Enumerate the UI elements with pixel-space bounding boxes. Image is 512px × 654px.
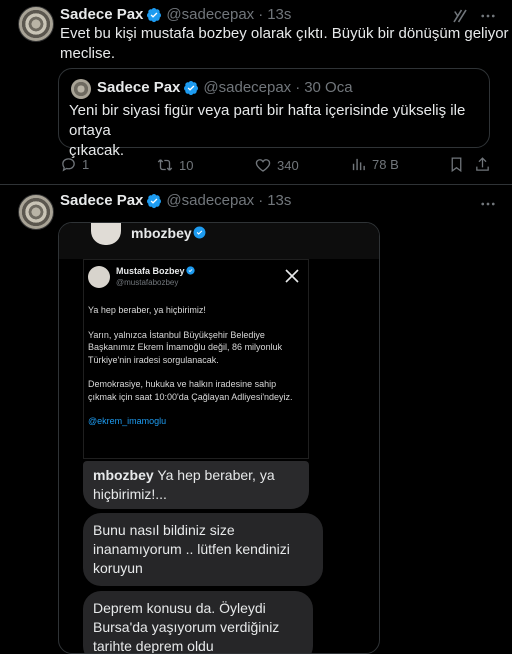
verified-badge-icon bbox=[193, 226, 206, 239]
message-line: Deprem konusu da. Öyleydi bbox=[93, 600, 266, 616]
share-icon bbox=[476, 157, 489, 171]
tweet-header: Sadece Pax @sadecepax · 13s bbox=[60, 192, 291, 209]
message-bubble: Deprem konusu da. Öyleydi Bursa'da yaşıy… bbox=[83, 591, 313, 654]
story-username: mbozbey bbox=[131, 225, 192, 241]
embedded-post: Mustafa Bozbey @mustafabozbey Ya hep ber… bbox=[83, 259, 323, 653]
timestamp[interactable]: 13s bbox=[267, 192, 291, 209]
message-line: Bursa'da yaşıyorum verdiğiniz bbox=[93, 619, 280, 635]
like-count: 340 bbox=[277, 157, 299, 173]
views-button[interactable]: 78 B bbox=[350, 156, 399, 173]
quote-header: Sadece Pax @sadecepax · 30 Oca bbox=[97, 79, 353, 96]
embedded-avatar bbox=[88, 266, 110, 288]
reply-count: 1 bbox=[82, 157, 90, 172]
reply-text: Ya hep beraber, ya bbox=[157, 467, 275, 483]
embedded-paragraph: Demokrasiye, hukuka ve halkın iradesine … bbox=[88, 379, 293, 402]
message-line: tarihte deprem oldu bbox=[93, 638, 214, 654]
reply-username: mbozbey bbox=[93, 467, 154, 483]
handle[interactable]: @sadecepax bbox=[166, 192, 254, 209]
tweet-text-line: meclise. bbox=[60, 45, 116, 62]
quote-handle: @sadecepax bbox=[203, 79, 292, 96]
author-name[interactable]: Sadece Pax bbox=[60, 192, 143, 209]
quote-date: 30 Oca bbox=[304, 79, 353, 96]
avatar[interactable] bbox=[18, 6, 54, 42]
quote-author-name: Sadece Pax bbox=[97, 79, 181, 96]
embedded-post-card: Mustafa Bozbey @mustafabozbey Ya hep ber… bbox=[83, 259, 309, 459]
separator-dot: · bbox=[258, 6, 264, 23]
verified-badge-icon bbox=[186, 266, 195, 275]
divider bbox=[0, 184, 512, 185]
bookmark-button[interactable] bbox=[448, 156, 465, 173]
separator-dot: · bbox=[295, 79, 301, 96]
quote-text-line: Yeni bir siyasi figür veya parti bir haf… bbox=[69, 102, 466, 139]
views-count: 78 B bbox=[372, 157, 399, 172]
reply-button[interactable]: 1 bbox=[60, 156, 89, 173]
x-logo-icon bbox=[285, 269, 299, 283]
avatar[interactable] bbox=[18, 194, 54, 230]
more-options-icon[interactable] bbox=[478, 6, 498, 26]
author-name[interactable]: Sadece Pax bbox=[60, 6, 143, 23]
story-header: mbozbey bbox=[59, 223, 379, 259]
tweet-header: Sadece Pax @sadecepax · 13s bbox=[60, 6, 291, 23]
reply-icon bbox=[62, 158, 75, 172]
embedded-paragraph: Yarın, yalnızca İstanbul Büyükşehir Bele… bbox=[88, 329, 283, 365]
reply-text: hiçbirimiz!... bbox=[93, 486, 167, 502]
embedded-paragraph: Ya hep beraber, ya hiçbirimiz! bbox=[88, 305, 206, 315]
repost-count: 10 bbox=[179, 157, 194, 173]
message-line: koruyun bbox=[93, 560, 143, 576]
timestamp[interactable]: 13s bbox=[267, 6, 291, 23]
more-options-icon[interactable] bbox=[478, 194, 498, 214]
handle[interactable]: @sadecepax bbox=[166, 6, 254, 23]
verified-badge-icon bbox=[184, 80, 199, 95]
verified-badge-icon bbox=[147, 7, 162, 22]
tweet-media-image[interactable]: mbozbey Mustafa Bozbey @mustafabozbey Ya… bbox=[58, 222, 380, 654]
verified-badge-icon bbox=[147, 193, 162, 208]
message-bubble: Bunu nasıl bildiniz size inanamıyorum ..… bbox=[83, 513, 323, 586]
repost-button[interactable]: 10 bbox=[156, 156, 193, 174]
embedded-mention: @ekrem_imamoglu bbox=[88, 416, 167, 426]
analytics-icon bbox=[352, 158, 365, 171]
embedded-post-text: Ya hep beraber, ya hiçbirimiz! Yarın, ya… bbox=[88, 304, 302, 440]
like-button[interactable]: 340 bbox=[254, 156, 299, 174]
quoted-tweet[interactable]: Sadece Pax @sadecepax · 30 Oca Yeni bir … bbox=[58, 68, 490, 159]
repost-icon bbox=[157, 159, 173, 171]
quote-text: Yeni bir siyasi figür veya parti bir haf… bbox=[69, 101, 489, 161]
grok-icon[interactable] bbox=[450, 6, 470, 26]
story-avatar bbox=[91, 223, 121, 245]
tweet-text: Evet bu kişi mustafa bozbey olarak çıktı… bbox=[60, 24, 509, 64]
message-line: Bunu nasıl bildiniz size bbox=[93, 522, 235, 538]
quote-avatar bbox=[71, 79, 91, 99]
separator-dot: · bbox=[258, 192, 264, 209]
message-line: inanamıyorum .. lütfen kendinizi bbox=[93, 541, 290, 557]
bookmark-icon bbox=[451, 157, 462, 173]
tweet-text-line: Evet bu kişi mustafa bozbey olarak çıktı… bbox=[60, 25, 509, 42]
share-button[interactable] bbox=[474, 156, 491, 173]
embedded-handle: @mustafabozbey bbox=[116, 278, 179, 287]
heart-icon bbox=[255, 159, 271, 172]
story-reply-bubble: mbozbey Ya hep beraber, ya hiçbirimiz!..… bbox=[83, 461, 309, 509]
embedded-author-name: Mustafa Bozbey bbox=[116, 266, 185, 276]
